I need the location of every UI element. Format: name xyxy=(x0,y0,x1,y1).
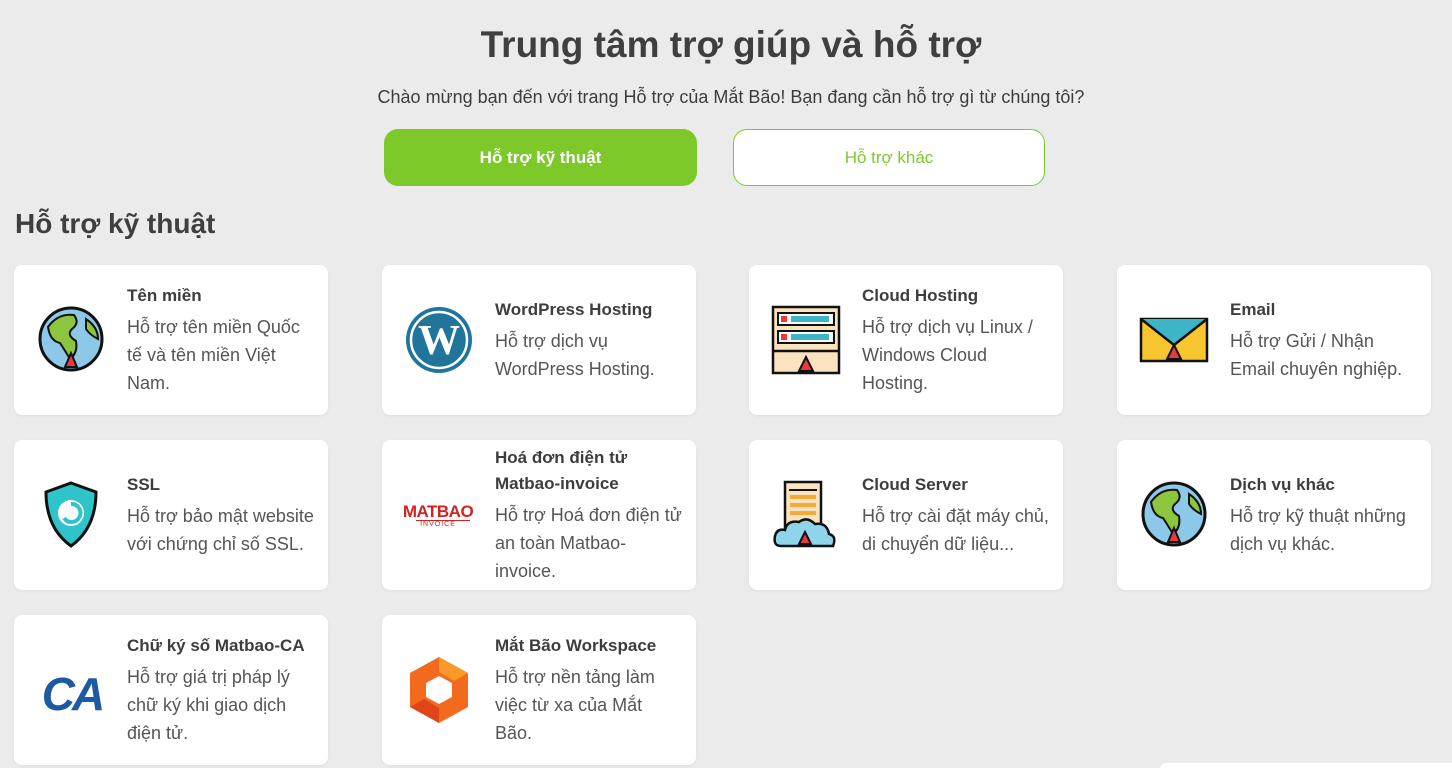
card-description: Hỗ trợ tên miền Quốc tế và tên miền Việt… xyxy=(127,317,300,393)
card-email[interactable]: Email Hỗ trợ Gửi / Nhận Email chuyên ngh… xyxy=(1117,265,1431,415)
floating-widget-edge xyxy=(1160,763,1452,768)
card-cloud-hosting[interactable]: Cloud Hosting Hỗ trợ dịch vụ Linux / Win… xyxy=(749,265,1063,415)
card-title: Email xyxy=(1230,300,1276,319)
logo-text: MATBAO xyxy=(402,502,474,521)
card-description: Hỗ trợ dịch vụ Linux / Windows Cloud Hos… xyxy=(862,317,1033,393)
page-subtitle: Chào mừng bạn đến với trang Hỗ trợ của M… xyxy=(377,87,1085,107)
shield-icon xyxy=(36,480,106,550)
card-title: Hoá đơn điện tử Matbao-invoice xyxy=(495,448,628,493)
card-title: Tên miền xyxy=(127,286,202,305)
page-title: Trung tâm trợ giúp và hỗ trợ xyxy=(480,24,982,65)
ca-logo: CA xyxy=(34,655,110,725)
card-title: Dịch vụ khác xyxy=(1230,475,1335,494)
card-title: Chữ ký số Matbao-CA xyxy=(127,636,305,655)
wordpress-icon: W xyxy=(404,305,474,375)
globe-icon xyxy=(1139,480,1209,550)
globe-icon xyxy=(36,305,106,375)
matbao-invoice-logo: MATBAO INVOICE xyxy=(400,480,476,550)
card-title: Cloud Server xyxy=(862,475,968,494)
logo-text: CA xyxy=(41,668,105,720)
tab-technical-support[interactable]: Hỗ trợ kỹ thuật xyxy=(384,129,697,186)
card-description: Hỗ trợ kỹ thuật những dịch vụ khác. xyxy=(1230,506,1406,554)
card-ssl[interactable]: SSL Hỗ trợ bảo mật website với chứng chỉ… xyxy=(14,440,328,590)
card-title: Cloud Hosting xyxy=(862,286,979,305)
card-description: Hỗ trợ bảo mật website với chứng chỉ số … xyxy=(127,506,314,554)
card-matbao-invoice[interactable]: MATBAO INVOICE Hoá đơn điện tử Matbao-in… xyxy=(382,440,696,590)
card-description: Hỗ trợ Gửi / Nhận Email chuyên nghiệp. xyxy=(1230,331,1403,379)
card-matbao-ca[interactable]: CA Chữ ký số Matbao-CA Hỗ trợ giá trị ph… xyxy=(14,615,328,765)
server-rack-icon xyxy=(771,305,841,375)
card-domain[interactable]: Tên miền Hỗ trợ tên miền Quốc tế và tên … xyxy=(14,265,328,415)
svg-text:W: W xyxy=(418,318,460,364)
envelope-icon xyxy=(1139,305,1209,375)
cloud-server-icon xyxy=(771,480,841,550)
card-description: Hỗ trợ giá trị pháp lý chữ ký khi giao d… xyxy=(127,667,290,743)
card-other-services[interactable]: Dịch vụ khác Hỗ trợ kỹ thuật những dịch … xyxy=(1117,440,1431,590)
card-description: Hỗ trợ dịch vụ WordPress Hosting. xyxy=(495,331,655,379)
logo-subtext: INVOICE xyxy=(420,521,456,528)
tab-other-support[interactable]: Hỗ trợ khác xyxy=(733,129,1045,186)
card-title: WordPress Hosting xyxy=(495,300,653,319)
card-title: SSL xyxy=(127,475,161,494)
card-description: Hỗ trợ cài đặt máy chủ, di chuyển dữ liệ… xyxy=(862,506,1049,554)
section-title: Hỗ trợ kỹ thuật xyxy=(15,208,216,239)
card-description: Hỗ trợ Hoá đơn điện tử an toàn Matbao-in… xyxy=(495,505,682,581)
card-matbao-workspace[interactable]: Mắt Bão Workspace Hỗ trợ nền tảng làm vi… xyxy=(382,615,696,765)
workspace-hexagon-icon xyxy=(404,655,474,725)
card-cloud-server[interactable]: Cloud Server Hỗ trợ cài đặt máy chủ, di … xyxy=(749,440,1063,590)
card-description: Hỗ trợ nền tảng làm việc từ xa của Mắt B… xyxy=(495,667,655,743)
card-title: Mắt Bão Workspace xyxy=(495,636,657,655)
card-wordpress-hosting[interactable]: W WordPress Hosting Hỗ trợ dịch vụ WordP… xyxy=(382,265,696,415)
